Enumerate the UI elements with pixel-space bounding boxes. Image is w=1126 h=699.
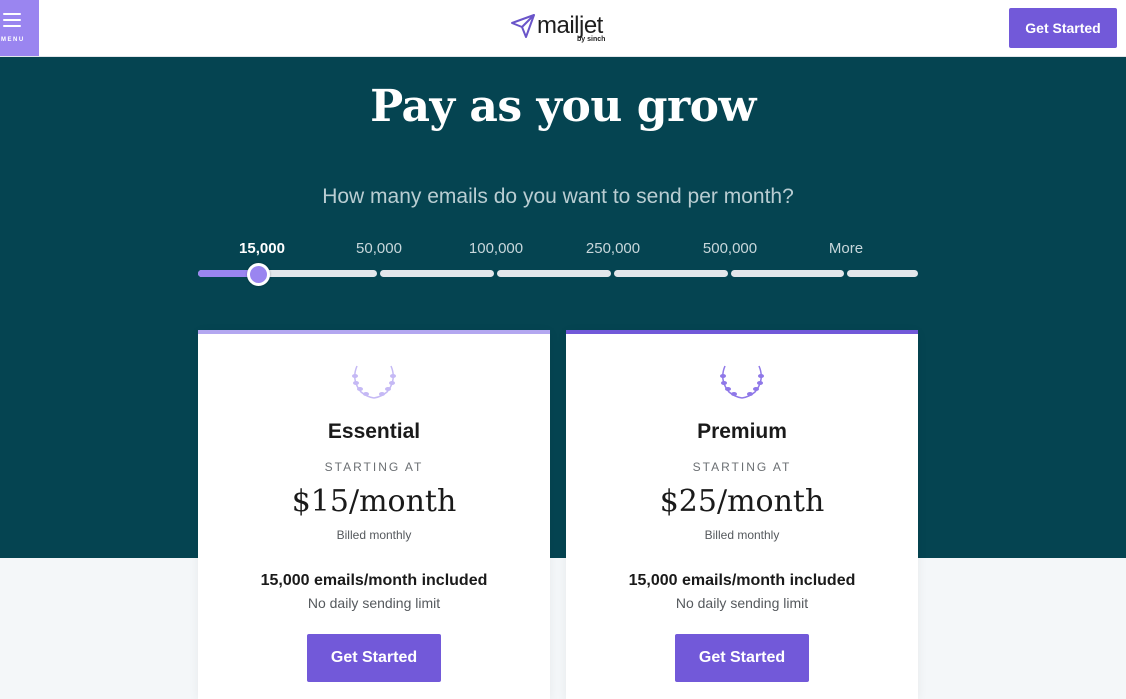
plan-price: $15/month: [291, 484, 457, 519]
paper-plane-icon: [511, 14, 535, 38]
premium-get-started-button[interactable]: Get Started: [675, 634, 809, 682]
plan-name: Essential: [327, 420, 421, 443]
plan-price: $25/month: [659, 484, 825, 519]
slider-track-segment[interactable]: [497, 270, 611, 277]
plan-card-essential: Essential STARTING AT $15/month Billed m…: [198, 330, 550, 699]
tier-label-100000[interactable]: 100,000: [469, 240, 523, 257]
laurel-icon: [352, 365, 396, 399]
starting-at-label: STARTING AT: [692, 460, 792, 474]
billing-note: Billed monthly: [336, 528, 412, 542]
sending-limit: No daily sending limit: [307, 595, 441, 611]
slider-track-segment[interactable]: [380, 270, 494, 277]
menu-button[interactable]: MENU: [0, 0, 39, 56]
pricing-hero: Pay as you grow How many emails do you w…: [0, 57, 1126, 558]
slider-track-segment[interactable]: [614, 270, 728, 277]
tier-label-more[interactable]: More: [829, 240, 863, 257]
emails-included: 15,000 emails/month included: [260, 572, 488, 589]
page-title: Pay as you grow: [370, 81, 756, 132]
logo-byline: by sinch: [577, 36, 606, 43]
emails-included: 15,000 emails/month included: [628, 572, 856, 589]
plan-card-premium: Premium STARTING AT $25/month Billed mon…: [566, 330, 918, 699]
hamburger-icon-bar: [3, 19, 21, 21]
hamburger-icon: [3, 13, 21, 15]
mailjet-logo[interactable]: mailjet by sinch: [510, 12, 610, 46]
starting-at-label: STARTING AT: [324, 460, 424, 474]
tier-label-250000[interactable]: 250,000: [586, 240, 640, 257]
slider-thumb[interactable]: [247, 263, 270, 286]
essential-get-started-button[interactable]: Get Started: [307, 634, 441, 682]
site-header: MENU mailjet by sinch Get Started: [0, 0, 1126, 57]
billing-note: Billed monthly: [704, 528, 780, 542]
slider-track-segment[interactable]: [731, 270, 844, 277]
sending-limit: No daily sending limit: [675, 595, 809, 611]
tier-label-15000[interactable]: 15,000: [239, 240, 285, 257]
volume-question: How many emails do you want to send per …: [322, 185, 794, 208]
laurel-icon: [720, 365, 764, 399]
tier-label-50000[interactable]: 50,000: [356, 240, 402, 257]
plan-name: Premium: [697, 420, 787, 443]
tier-label-500000[interactable]: 500,000: [703, 240, 757, 257]
header-get-started-button[interactable]: Get Started: [1009, 8, 1117, 48]
hamburger-icon-bar: [3, 25, 21, 27]
menu-label: MENU: [1, 37, 25, 43]
slider-track-segment[interactable]: [847, 270, 918, 277]
